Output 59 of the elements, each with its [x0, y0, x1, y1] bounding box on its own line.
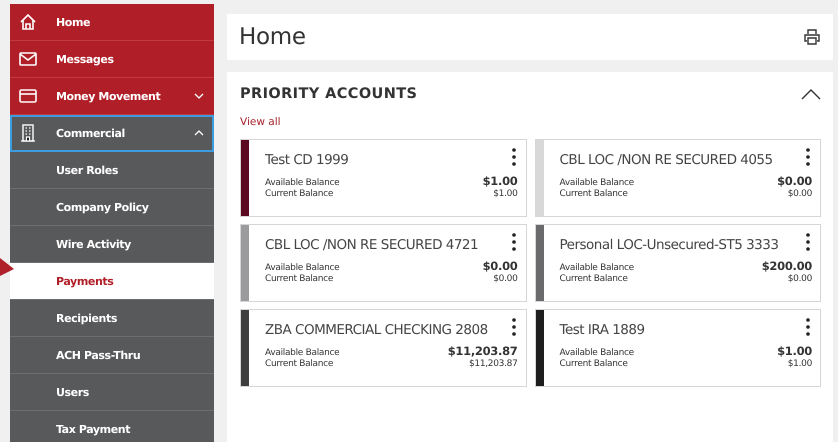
account-name[interactable]: Personal LOC-Unsecured-ST5 3333 — [560, 233, 778, 253]
nav-subitem[interactable]: ACH Pass-Thru — [10, 337, 214, 374]
account-name[interactable]: ZBA COMMERCIAL CHECKING 2808 — [265, 318, 488, 338]
current-balance-value: $0.00 — [788, 274, 812, 284]
view-all-link[interactable]: View all — [240, 116, 281, 128]
available-balance-value: $0.00 — [482, 259, 518, 273]
available-balance-label: Available Balance — [560, 348, 634, 358]
building-icon — [18, 123, 38, 143]
nav-item[interactable]: Money Movement — [10, 78, 214, 115]
section-title: PRIORITY ACCOUNTS — [240, 86, 418, 102]
page-title: Home — [239, 24, 306, 50]
mail-icon — [18, 49, 38, 69]
current-balance-label: Current Balance — [560, 359, 628, 369]
current-balance-value: $0.00 — [493, 274, 518, 284]
nav-item[interactable]: Messages — [10, 41, 214, 78]
current-balance-value: $11,203.87 — [468, 359, 518, 369]
more-options-icon[interactable] — [512, 148, 516, 166]
current-balance-label: Current Balance — [265, 274, 334, 284]
nav-subitem[interactable]: User Roles — [10, 152, 214, 189]
available-balance-label: Available Balance — [265, 263, 340, 273]
available-balance-value: $11,203.87 — [448, 344, 518, 358]
available-balance-label: Available Balance — [265, 178, 340, 188]
current-balance-value: $0.00 — [788, 189, 812, 199]
nav-subitem[interactable]: Company Policy — [10, 189, 214, 226]
current-balance-label: Current Balance — [265, 189, 334, 199]
available-balance-label: Available Balance — [560, 178, 634, 188]
print-icon[interactable] — [803, 28, 821, 46]
home-icon — [18, 12, 38, 32]
pointer-arrow-icon — [0, 258, 14, 276]
nav-subitem[interactable]: Users — [10, 374, 214, 411]
current-balance-label: Current Balance — [560, 189, 628, 199]
more-options-icon[interactable] — [806, 318, 810, 336]
more-options-icon[interactable] — [806, 233, 810, 251]
current-balance-value: $1.00 — [493, 189, 518, 199]
collapse-icon[interactable] — [801, 88, 821, 100]
card-icon — [18, 86, 38, 106]
account-name[interactable]: Test IRA 1889 — [560, 318, 645, 338]
available-balance-label: Available Balance — [265, 348, 340, 358]
account-name[interactable]: Test CD 1999 — [265, 148, 348, 168]
more-options-icon[interactable] — [806, 148, 810, 166]
nav-subitem[interactable]: Payments — [10, 263, 214, 300]
nav-item[interactable]: Home — [10, 4, 214, 41]
nav-subitem[interactable]: Tax Payment — [10, 411, 214, 442]
account-name[interactable]: CBL LOC /NON RE SECURED 4721 — [265, 233, 478, 253]
available-balance-label: Available Balance — [560, 263, 634, 273]
nav-subitem[interactable]: Recipients — [10, 300, 214, 337]
current-balance-label: Current Balance — [560, 274, 628, 284]
more-options-icon[interactable] — [512, 318, 516, 336]
account-name[interactable]: CBL LOC /NON RE SECURED 4055 — [560, 148, 773, 168]
available-balance-value: $200.00 — [762, 259, 812, 273]
chevron-up-icon — [194, 130, 204, 136]
available-balance-value: $0.00 — [777, 174, 812, 188]
nav-item[interactable]: Commercial — [10, 115, 214, 152]
current-balance-value: $1.00 — [788, 359, 812, 369]
available-balance-value: $1.00 — [482, 174, 518, 188]
available-balance-value: $1.00 — [777, 344, 812, 358]
current-balance-label: Current Balance — [265, 359, 334, 369]
more-options-icon[interactable] — [512, 233, 516, 251]
chevron-down-icon — [194, 93, 204, 99]
